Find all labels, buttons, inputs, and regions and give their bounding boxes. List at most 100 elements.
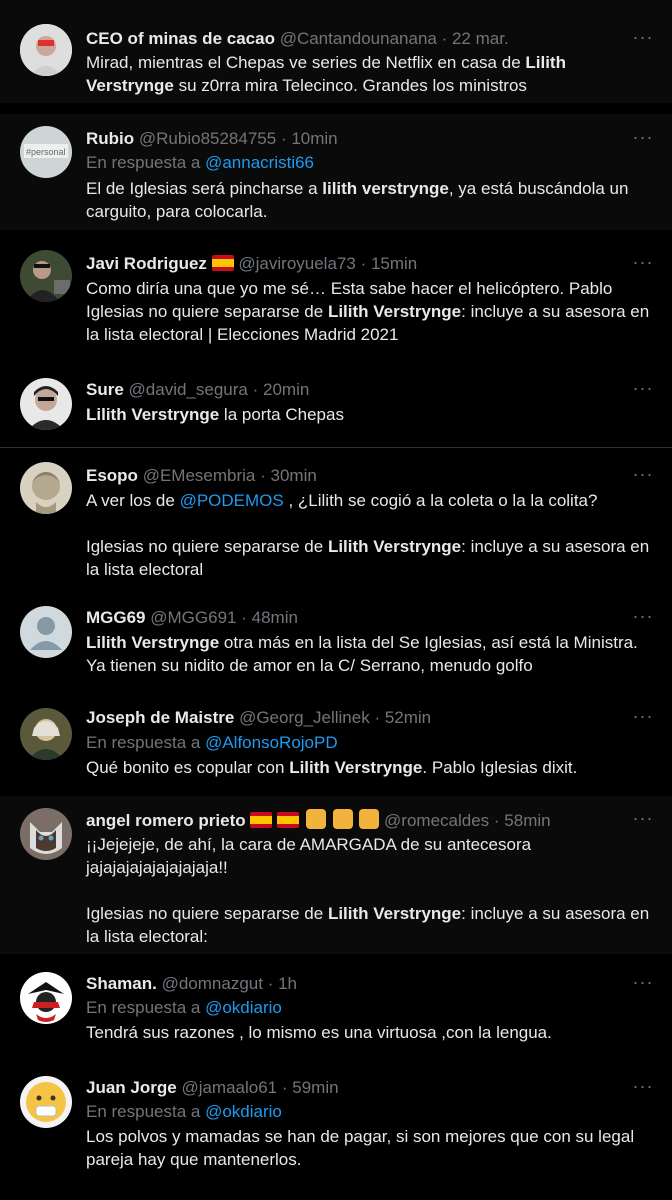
avatar[interactable]: #personal xyxy=(20,126,72,178)
avatar[interactable] xyxy=(20,808,72,860)
tweet-text-segment: Mirad, mientras el Chepas ve series de N… xyxy=(86,53,526,72)
tweet-text: Tendrá sus razones , lo mismo es una vir… xyxy=(86,1021,652,1044)
svg-text:#personal: #personal xyxy=(26,147,66,157)
tweet-text-segment: . Pablo Iglesias dixit. xyxy=(422,758,578,777)
handle[interactable]: @domnazgut xyxy=(162,974,263,993)
reply-context: En respuesta a @okdiario xyxy=(86,1101,282,1123)
tweet-text-segment: Iglesias no quiere separarse de xyxy=(86,537,328,556)
tweet-text: ¡¡Jejejeje, de ahí, la cara de AMARGADA … xyxy=(86,833,652,948)
more-options-icon[interactable]: ··· xyxy=(632,28,654,46)
more-options-icon[interactable]: ··· xyxy=(632,128,654,146)
timestamp[interactable]: · 48min xyxy=(241,608,298,627)
avatar[interactable] xyxy=(20,708,72,760)
display-name[interactable]: angel romero prieto xyxy=(86,811,246,830)
more-options-icon[interactable]: ··· xyxy=(632,809,654,827)
tweet[interactable]: Sure @david_segura · 20min ··· Lilith Ve… xyxy=(0,366,672,446)
handle[interactable]: @EMesembria xyxy=(143,466,256,485)
avatar[interactable] xyxy=(20,24,72,76)
timestamp[interactable]: · 22 mar. xyxy=(442,29,509,48)
tweet[interactable]: Esopo @EMesembria · 30min ··· A ver los … xyxy=(0,452,672,592)
avatar[interactable] xyxy=(20,606,72,658)
tweet[interactable]: Juan Jorge @jamaalo61 · 59min ··· En res… xyxy=(0,1066,672,1196)
timestamp[interactable]: · 59min xyxy=(282,1078,339,1097)
tweet[interactable]: #personal Rubio @Rubio85284755 · 10min ·… xyxy=(0,114,672,230)
spain-flag-icon xyxy=(211,255,234,277)
spain-flag-icon xyxy=(277,812,300,834)
display-name[interactable]: Joseph de Maistre xyxy=(86,708,234,727)
avatar-image xyxy=(20,808,72,860)
tweet-text: El de Iglesias será pincharse a lilith v… xyxy=(86,177,652,223)
display-name[interactable]: CEO of minas de cacao xyxy=(86,29,275,48)
avatar[interactable] xyxy=(20,378,72,430)
handle[interactable]: @Rubio85284755 xyxy=(139,129,276,148)
avatar[interactable] xyxy=(20,462,72,514)
avatar-image xyxy=(20,24,72,76)
tweet[interactable]: CEO of minas de cacao @Cantandounanana ·… xyxy=(0,0,672,103)
more-options-icon[interactable]: ··· xyxy=(632,607,654,625)
display-name[interactable]: MGG69 xyxy=(86,608,146,627)
display-name[interactable]: Javi Rodriguez xyxy=(86,254,207,273)
reply-mention-link[interactable]: @annacristi66 xyxy=(205,153,314,172)
avatar-image xyxy=(20,708,72,760)
display-name[interactable]: Esopo xyxy=(86,466,138,485)
crying-cat-emoji-icon xyxy=(359,809,380,829)
avatar[interactable] xyxy=(20,250,72,302)
more-options-icon[interactable]: ··· xyxy=(632,707,654,725)
tweet[interactable]: Shaman. @domnazgut · 1h ··· En respuesta… xyxy=(0,962,672,1058)
avatar-image xyxy=(20,462,72,514)
more-options-icon[interactable]: ··· xyxy=(632,973,654,991)
timestamp[interactable]: · 52min xyxy=(374,708,431,727)
avatar[interactable] xyxy=(20,972,72,1024)
tweet-text-segment: , ¿Lilith se cogió a la coleta o la la c… xyxy=(283,491,598,510)
tweet[interactable]: Javi Rodriguez @javiroyuela73 · 15min ··… xyxy=(0,240,672,350)
divider xyxy=(0,447,672,448)
more-options-icon[interactable]: ··· xyxy=(632,1077,654,1095)
timestamp[interactable]: · 10min xyxy=(281,129,338,148)
handle[interactable]: @Georg_Jellinek xyxy=(239,708,370,727)
handle[interactable]: @MGG691 xyxy=(150,608,236,627)
reply-mention-link[interactable]: @AlfonsoRojoPD xyxy=(205,733,338,752)
mention-link[interactable]: @PODEMOS xyxy=(180,491,284,510)
tweet-text: Los polvos y mamadas se han de pagar, si… xyxy=(86,1125,652,1171)
tweet-text: A ver los de @PODEMOS , ¿Lilith se cogió… xyxy=(86,489,652,581)
timestamp[interactable]: · 15min xyxy=(361,254,418,273)
tweet-text-segment: El de Iglesias será pincharse a xyxy=(86,179,323,198)
tweet-text-segment: A ver los de xyxy=(86,491,180,510)
timestamp[interactable]: · 1h xyxy=(268,974,297,993)
timestamp[interactable]: · 20min xyxy=(253,380,310,399)
highlighted-keyword: Lilith Verstrynge xyxy=(327,302,462,321)
more-options-icon[interactable]: ··· xyxy=(632,465,654,483)
avatar-image: #personal xyxy=(20,126,72,178)
avatar[interactable] xyxy=(20,1076,72,1128)
tweet-header: Esopo @EMesembria · 30min xyxy=(86,465,624,487)
handle[interactable]: @Cantandounanana xyxy=(280,29,437,48)
reply-context: En respuesta a @okdiario xyxy=(86,997,282,1019)
tweet[interactable]: MGG69 @MGG691 · 48min ··· Lilith Verstry… xyxy=(0,596,672,686)
handle[interactable]: @javiroyuela73 xyxy=(238,254,355,273)
avatar-image xyxy=(20,250,72,302)
handle[interactable]: @david_segura xyxy=(129,380,248,399)
tweet-header: Sure @david_segura · 20min xyxy=(86,379,624,401)
tweet-text: Lilith Verstrynge la porta Chepas xyxy=(86,403,652,426)
tweet[interactable]: angel romero prieto @romecaldes · 58min … xyxy=(0,796,672,954)
reply-prefix: En respuesta a xyxy=(86,1102,206,1121)
tweet[interactable]: Joseph de Maistre @Georg_Jellinek · 52mi… xyxy=(0,696,672,792)
reply-context: En respuesta a @AlfonsoRojoPD xyxy=(86,732,338,754)
timestamp[interactable]: · 58min xyxy=(494,811,551,830)
tweet-text-segment: Qué bonito es copular con xyxy=(86,758,290,777)
handle[interactable]: @jamaalo61 xyxy=(181,1078,277,1097)
tweet-header: CEO of minas de cacao @Cantandounanana ·… xyxy=(86,28,624,50)
tweet-header: Javi Rodriguez @javiroyuela73 · 15min xyxy=(86,253,624,277)
more-options-icon[interactable]: ··· xyxy=(632,379,654,397)
handle[interactable]: @romecaldes xyxy=(384,811,489,830)
display-name[interactable]: Sure xyxy=(86,380,124,399)
display-name[interactable]: Juan Jorge xyxy=(86,1078,177,1097)
timestamp[interactable]: · 30min xyxy=(260,466,317,485)
display-name[interactable]: Shaman. xyxy=(86,974,157,993)
tweet-header: Rubio @Rubio85284755 · 10min xyxy=(86,128,624,150)
display-name[interactable]: Rubio xyxy=(86,129,134,148)
reply-mention-link[interactable]: @okdiario xyxy=(205,998,282,1017)
more-options-icon[interactable]: ··· xyxy=(632,253,654,271)
tweet-header: Shaman. @domnazgut · 1h xyxy=(86,973,624,995)
reply-mention-link[interactable]: @okdiario xyxy=(205,1102,282,1121)
